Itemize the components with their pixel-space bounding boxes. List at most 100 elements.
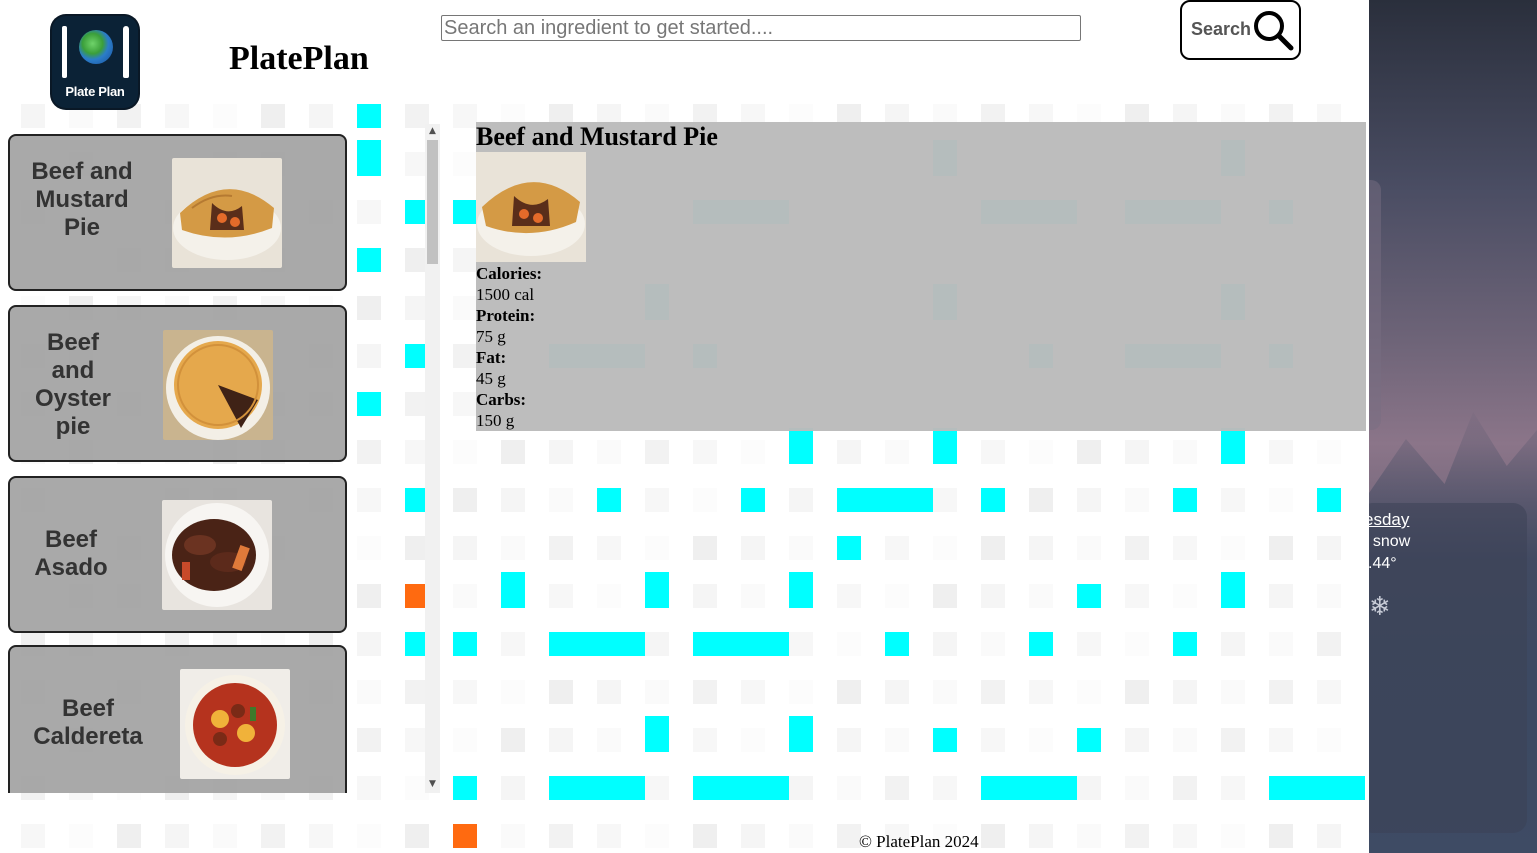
grid-tile: [1173, 776, 1197, 800]
grid-tile: [1029, 536, 1053, 560]
grid-tile: [1221, 536, 1245, 560]
grid-tile: [1029, 680, 1053, 704]
search-icon: [1254, 11, 1294, 51]
grid-tile: [789, 716, 813, 752]
grid-tile: [549, 488, 573, 512]
recipe-card-title: Beef Asado: [34, 526, 108, 581]
grid-tile: [693, 488, 717, 512]
grid-tile: [981, 632, 1005, 656]
grid-tile: [1317, 680, 1341, 704]
weather-widget: [1369, 503, 1527, 833]
grid-tile: [549, 584, 573, 608]
grid-tile: [1077, 632, 1101, 656]
grid-tile: [501, 728, 525, 752]
grid-tile: [645, 632, 669, 656]
grid-tile: [885, 728, 909, 752]
grid-tile: [645, 680, 669, 704]
grid-tile: [453, 536, 477, 560]
grid-tile: [693, 776, 789, 800]
globe-icon: [79, 30, 113, 64]
grid-tile: [549, 536, 573, 560]
recipe-card[interactable]: Beef and Oyster pie: [8, 305, 347, 462]
grid-tile: [981, 728, 1005, 752]
grid-tile: [165, 824, 189, 848]
grid-tile: [933, 728, 957, 752]
scroll-up-arrow-icon[interactable]: ▲: [427, 124, 438, 138]
grid-tile: [981, 584, 1005, 608]
grid-tile: [1077, 824, 1101, 848]
grid-tile: [453, 152, 477, 176]
grid-tile: [1173, 728, 1197, 752]
grid-tile: [837, 680, 861, 704]
grid-tile: [645, 776, 669, 800]
grid-tile: [933, 428, 957, 464]
carbs-value: 150 g: [476, 411, 515, 430]
recipe-detail-panel: Beef and Mustard Pie Calories: 1500 cal …: [476, 122, 1366, 431]
grid-tile: [885, 680, 909, 704]
recipe-card[interactable]: Beef Caldereta: [8, 645, 347, 793]
recipe-list[interactable]: Beef and Mustard Pie Beef and Oyster pie…: [0, 124, 440, 793]
grid-tile: [1269, 680, 1293, 704]
grid-tile: [693, 728, 717, 752]
grid-tile: [597, 584, 621, 608]
grid-tile: [549, 680, 573, 704]
grid-tile: [1173, 824, 1197, 848]
grid-tile: [1269, 536, 1293, 560]
grid-tile: [453, 632, 477, 656]
grid-tile: [741, 824, 765, 848]
grid-tile: [741, 680, 765, 704]
weather-day[interactable]: esday: [1364, 510, 1409, 530]
list-scrollbar-thumb[interactable]: [427, 140, 438, 264]
grid-tile: [645, 488, 669, 512]
recipe-card[interactable]: Beef Asado: [8, 476, 347, 633]
grid-tile: [453, 488, 477, 512]
grid-tile: [501, 488, 525, 512]
grid-tile: [597, 536, 621, 560]
app-logo[interactable]: Plate Plan: [52, 16, 138, 108]
grid-tile: [789, 776, 813, 800]
recipe-detail-title: Beef and Mustard Pie: [476, 122, 718, 151]
grid-tile: [981, 488, 1005, 512]
grid-tile: [1269, 440, 1293, 464]
grid-tile: [1317, 632, 1341, 656]
grid-tile: [981, 776, 1077, 800]
recipe-thumbnail: [180, 669, 290, 779]
grid-tile: [453, 728, 477, 752]
grid-tile: [501, 824, 525, 848]
grid-tile: [1221, 824, 1245, 848]
grid-tile: [741, 728, 765, 752]
grid-tile: [597, 680, 621, 704]
grid-tile: [1077, 680, 1101, 704]
grid-tile: [981, 824, 1005, 848]
grid-tile: [645, 716, 669, 752]
grid-tile: [549, 824, 573, 848]
grid-tile: [1317, 536, 1341, 560]
grid-tile: [1221, 632, 1245, 656]
grid-tile: [549, 440, 573, 464]
carbs-label: Carbs:: [476, 390, 527, 409]
grid-tile: [501, 776, 525, 800]
search-button[interactable]: Search: [1180, 0, 1301, 60]
grid-tile: [1077, 776, 1101, 800]
grid-tile: [741, 584, 765, 608]
recipe-card[interactable]: Beef and Mustard Pie: [8, 134, 347, 291]
protein-label: Protein:: [476, 306, 536, 325]
grid-tile: [693, 536, 717, 560]
ingredient-search-input[interactable]: [441, 15, 1081, 41]
grid-tile: [549, 776, 645, 800]
grid-tile: [933, 584, 957, 608]
grid-tile: [1029, 488, 1053, 512]
scroll-down-arrow-icon[interactable]: ▼: [427, 777, 438, 791]
grid-tile: [837, 536, 861, 560]
grid-tile: [837, 584, 861, 608]
grid-tile: [933, 680, 957, 704]
grid-tile: [1029, 728, 1053, 752]
grid-tile: [1221, 728, 1245, 752]
grid-tile: [1029, 632, 1053, 656]
recipe-thumbnail: [163, 330, 273, 440]
grid-tile: [1173, 584, 1197, 608]
grid-tile: [837, 488, 933, 512]
grid-tile: [1317, 584, 1341, 608]
weather-condition: t snow: [1364, 533, 1411, 550]
grid-tile: [1269, 824, 1293, 848]
